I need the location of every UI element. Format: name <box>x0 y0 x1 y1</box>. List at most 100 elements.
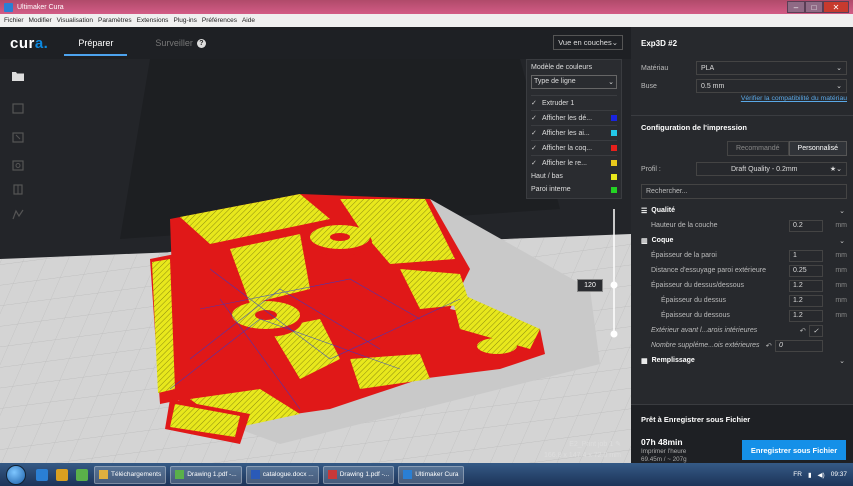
folder-icon <box>99 470 108 479</box>
check-icon: ✓ <box>531 130 537 137</box>
menu-settings[interactable]: Paramètres <box>98 17 132 24</box>
volume-icon[interactable]: ◀) <box>818 471 825 479</box>
color-swatch <box>611 186 617 193</box>
start-button[interactable] <box>6 464 26 485</box>
checkbox-show-travel[interactable]: ✓ Afficher les dé... <box>531 110 617 125</box>
nozzle-select[interactable]: 0.5 mm ⌄ <box>696 79 847 93</box>
network-icon[interactable]: ▮ <box>808 471 812 479</box>
explorer-icon[interactable] <box>56 468 68 481</box>
header-toolbar: cura. Préparer Surveiller ? Vue en couch… <box>0 27 631 59</box>
per-model-settings-icon[interactable] <box>11 207 25 221</box>
menu-view[interactable]: Visualisation <box>57 17 93 24</box>
reset-icon[interactable]: ↶ <box>765 342 771 350</box>
tab-monitor[interactable]: Surveiller ? <box>155 27 206 59</box>
chevron-down-icon: ⌄ <box>608 79 614 86</box>
print-time: 07h 48min <box>641 437 683 447</box>
layer-slider-bottom-handle[interactable] <box>610 330 618 338</box>
wipe-distance-input[interactable]: 0.25 <box>789 264 823 277</box>
bottom-thickness-input[interactable]: 1.2 <box>789 309 823 322</box>
layer-number-field[interactable]: 120 <box>577 279 603 292</box>
checkbox-show-infill[interactable]: ✓ Afficher le re... <box>531 155 617 170</box>
maximize-button[interactable]: □ <box>805 1 823 13</box>
cura-logo: cura. <box>10 34 49 52</box>
recommended-mode-button[interactable]: Recommandé <box>726 141 789 156</box>
view-mode-select[interactable]: Vue en couches⌄ <box>553 35 623 50</box>
minimize-button[interactable]: – <box>787 1 805 13</box>
setup-mode-toggle: Recommandé Personnalisé <box>631 141 853 156</box>
chevron-down-icon: ⌄ <box>836 65 842 72</box>
tool-sidebar <box>0 59 36 239</box>
wall-thickness-input[interactable]: 1 <box>789 249 823 262</box>
rotate-tool-icon[interactable] <box>11 158 25 172</box>
window-title: Ultimaker Cura <box>17 3 64 11</box>
scale-tool-icon[interactable] <box>11 130 25 144</box>
color-scheme-select[interactable]: Type de ligne ⌄ <box>531 75 617 89</box>
save-to-file-button[interactable]: Enregistrer sous Fichier <box>742 440 846 460</box>
setting-wall-thickness: Épaisseur de la paroi 1 mm <box>631 248 853 263</box>
setting-extra-walls: Nombre suppléme...ois extérieures ↶ 0 <box>631 338 853 353</box>
menu-file[interactable]: Fichier <box>4 17 24 24</box>
layer-height-input[interactable]: 0.2 <box>789 219 823 232</box>
outer-before-inner-checkbox[interactable]: ✓ <box>809 324 823 337</box>
pdf-icon <box>327 470 337 479</box>
media-icon[interactable] <box>76 468 88 481</box>
top-bottom-thickness-input[interactable]: 1.2 <box>789 279 823 292</box>
mirror-tool-icon[interactable] <box>11 182 25 196</box>
window-controls: – □ ✕ <box>787 1 849 13</box>
language-indicator[interactable]: FR <box>793 471 802 478</box>
open-folder-icon[interactable] <box>11 69 25 83</box>
material-select[interactable]: PLA ⌄ <box>696 61 847 75</box>
menu-edit[interactable]: Modifier <box>29 17 52 24</box>
chevron-down-icon: ⌄ <box>836 83 842 90</box>
close-button[interactable]: ✕ <box>823 1 849 13</box>
menu-extensions[interactable]: Extensions <box>137 17 169 24</box>
edit-pencil-icon[interactable]: ✎ <box>615 441 621 448</box>
menu-preferences[interactable]: Préférences <box>202 17 237 24</box>
category-quality[interactable]: ☰ Qualité ⌄ <box>631 203 853 218</box>
job-name[interactable]: E2_Print job 1 <box>569 441 613 448</box>
infill-icon: ▦ <box>641 357 648 365</box>
color-scheme-title: Modèle de couleurs <box>531 64 593 71</box>
move-tool-icon[interactable] <box>11 101 25 115</box>
color-scheme-panel: Modèle de couleurs Type de ligne ⌄ ✓ Extru… <box>526 59 622 199</box>
printer-name[interactable]: Exp3D #2 <box>631 27 853 59</box>
system-tray: FR ▮ ◀) 09:37 <box>793 471 853 479</box>
ie-icon[interactable] <box>36 468 48 481</box>
menu-plugins[interactable]: Plug-ins <box>173 17 196 24</box>
color-swatch <box>611 145 617 151</box>
windows-taskbar: Téléchargements Drawing 1.pdf -... catal… <box>0 463 853 486</box>
task-drawing-pdf-2[interactable]: Drawing 1.pdf -... <box>322 465 395 484</box>
reset-icon[interactable]: ↶ <box>799 327 805 335</box>
layer-slider-top-handle[interactable] <box>610 281 618 289</box>
task-ultimaker-cura[interactable]: Ultimaker Cura <box>398 465 464 484</box>
tab-prepare[interactable]: Préparer <box>64 27 128 59</box>
title-bar: Ultimaker Cura – □ ✕ <box>0 0 853 14</box>
top-thickness-input[interactable]: 1.2 <box>789 294 823 307</box>
checkbox-extruder-1[interactable]: ✓ Extruder 1 <box>531 95 617 110</box>
color-swatch <box>611 173 617 180</box>
legend-top-bottom: Haut / bas <box>531 170 617 183</box>
settings-search-input[interactable]: Rechercher... <box>641 184 847 199</box>
category-infill[interactable]: ▦ Remplissage ⌄ <box>631 353 853 368</box>
checkbox-show-shell[interactable]: ✓ Afficher la coq... <box>531 140 617 155</box>
material-row: Matériau PLA ⌄ <box>631 59 853 77</box>
extra-walls-input[interactable]: 0 <box>775 339 823 352</box>
check-compatibility-link[interactable]: Vérifier la compatibilité du matériau <box>631 95 853 109</box>
task-catalogue-docx[interactable]: catalogue.docx ... <box>245 465 319 484</box>
setting-wipe-distance: Distance d'essuyage paroi extérieure 0.25… <box>631 263 853 278</box>
menu-bar: Fichier Modifier Visualisation Paramètre… <box>0 14 853 27</box>
chevron-down-icon: ⌄ <box>839 237 845 245</box>
menu-help[interactable]: Aide <box>242 17 255 24</box>
clock[interactable]: 09:37 <box>831 471 847 478</box>
custom-mode-button[interactable]: Personnalisé <box>788 141 847 156</box>
task-downloads[interactable]: Téléchargements <box>94 465 167 484</box>
color-swatch <box>611 115 617 121</box>
checkbox-show-helpers[interactable]: ✓ Afficher les ai... <box>531 125 617 140</box>
task-drawing-pdf-1[interactable]: Drawing 1.pdf -... <box>170 465 242 484</box>
chevron-down-icon: ⌄ <box>839 207 845 215</box>
job-dimensions: 166.8 x 147.4 x 72.0 mm <box>543 452 621 459</box>
profile-select[interactable]: Draft Quality - 0.2mm ★⌄ <box>696 162 847 176</box>
color-swatch <box>611 160 617 166</box>
pdf-icon <box>175 470 185 479</box>
category-shell[interactable]: ▥ Coque ⌄ <box>631 233 853 248</box>
